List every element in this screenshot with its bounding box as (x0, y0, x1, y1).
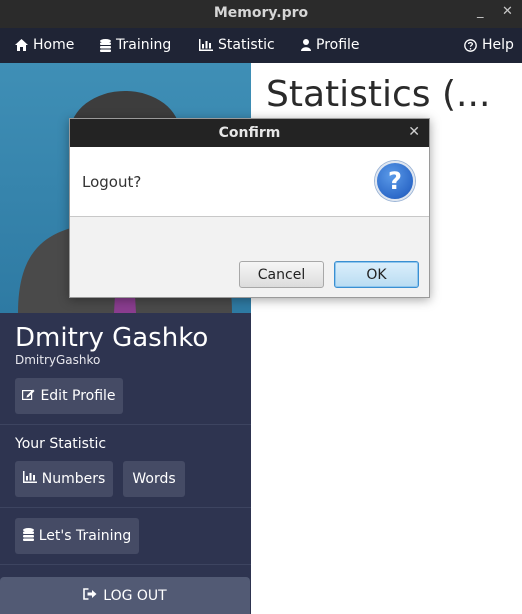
nav-profile-label: Profile (316, 37, 360, 53)
nav-training-label: Training (116, 37, 172, 53)
nav-home[interactable]: Home (15, 37, 74, 53)
nav-training[interactable]: Training (100, 37, 171, 53)
dialog-message: Logout? (82, 173, 142, 191)
window-titlebar: Memory.pro _ ✕ (0, 0, 522, 28)
bar-chart-icon (22, 471, 37, 487)
words-button[interactable]: Words (123, 461, 185, 497)
dialog-close-icon[interactable]: ✕ (408, 124, 420, 140)
lets-training-label: Let's Training (38, 528, 132, 544)
nav-help[interactable]: Help (464, 37, 514, 53)
numbers-button[interactable]: Numbers (15, 461, 113, 497)
minimize-button[interactable]: _ (477, 4, 484, 19)
question-circle-icon (464, 38, 477, 52)
main-nav: Home Training Statistic Profile Help (0, 28, 522, 63)
dialog-titlebar: Confirm ✕ (70, 119, 429, 147)
close-window-button[interactable]: ✕ (502, 4, 513, 19)
question-icon: ? (375, 161, 415, 201)
edit-profile-button[interactable]: Edit Profile (15, 378, 123, 414)
window-title: Memory.pro (213, 5, 309, 21)
database-icon (22, 527, 34, 545)
confirm-dialog: Confirm ✕ Logout? ? Cancel OK (69, 118, 430, 298)
sign-out-icon (83, 587, 97, 604)
nav-statistic-label: Statistic (218, 37, 275, 53)
dialog-title: Confirm (218, 125, 281, 141)
profile-name: Dmitry Gashko (15, 323, 209, 353)
bar-chart-icon (199, 39, 213, 51)
user-icon (301, 39, 311, 51)
logout-label: LOG OUT (103, 587, 167, 604)
words-label: Words (132, 471, 176, 487)
sidebar-divider (0, 507, 251, 508)
logout-button[interactable]: LOG OUT (0, 577, 250, 614)
nav-help-label: Help (482, 37, 514, 53)
nav-home-label: Home (33, 37, 75, 53)
edit-profile-label: Edit Profile (40, 388, 116, 404)
dialog-header: Logout? ? (70, 147, 429, 217)
database-icon (100, 38, 111, 52)
edit-icon (22, 388, 35, 404)
home-icon (15, 39, 28, 51)
lets-training-button[interactable]: Let's Training (15, 518, 139, 554)
cancel-button[interactable]: Cancel (239, 261, 324, 288)
profile-username: DmitryGashko (15, 353, 101, 367)
nav-profile[interactable]: Profile (301, 37, 360, 53)
ok-button[interactable]: OK (334, 261, 419, 288)
nav-statistic[interactable]: Statistic (199, 37, 275, 53)
page-title: Statistics (... (266, 74, 491, 115)
sidebar-divider (0, 424, 251, 425)
numbers-label: Numbers (41, 471, 106, 487)
sidebar-divider (0, 564, 251, 565)
statistic-section-label: Your Statistic (15, 436, 107, 452)
